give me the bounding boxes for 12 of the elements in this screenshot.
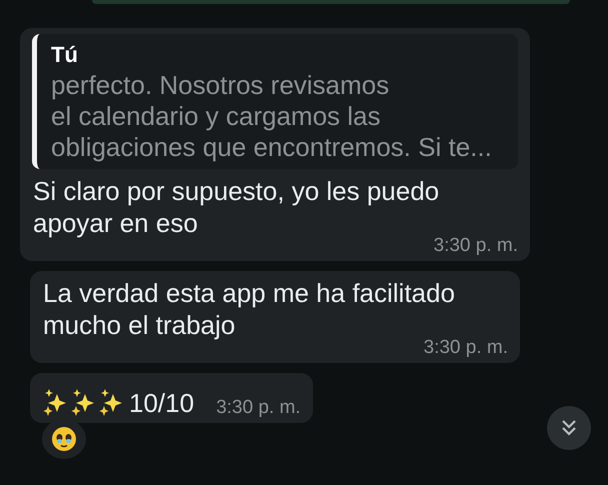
quote-author: Tú <box>51 42 79 68</box>
message-time: 3:30 p. m. <box>216 397 301 419</box>
quote-text: perfecto. Nosotros revisamos el calendario y cargamos las obligaciones que encontremos. Si te... <box>51 70 493 163</box>
message-text: 10/10 <box>129 387 194 419</box>
message-time: 3:30 p. m. <box>424 337 508 359</box>
teary-face-icon <box>51 426 77 452</box>
message-time: 3:30 p. m. <box>434 235 518 257</box>
double-chevron-icon <box>561 419 577 437</box>
scroll-down-button[interactable] <box>547 406 591 450</box>
quoted-message[interactable]: Tú perfecto. Nosotros revisamos el calendario y cargamos las obligaciones que encontremos. Si te... <box>32 34 518 169</box>
message-text: Si claro por supuesto, yo les puedo apoyar en eso <box>33 175 440 238</box>
message-text: La verdad esta app me ha facilitado mucho el trabajo <box>43 277 455 340</box>
